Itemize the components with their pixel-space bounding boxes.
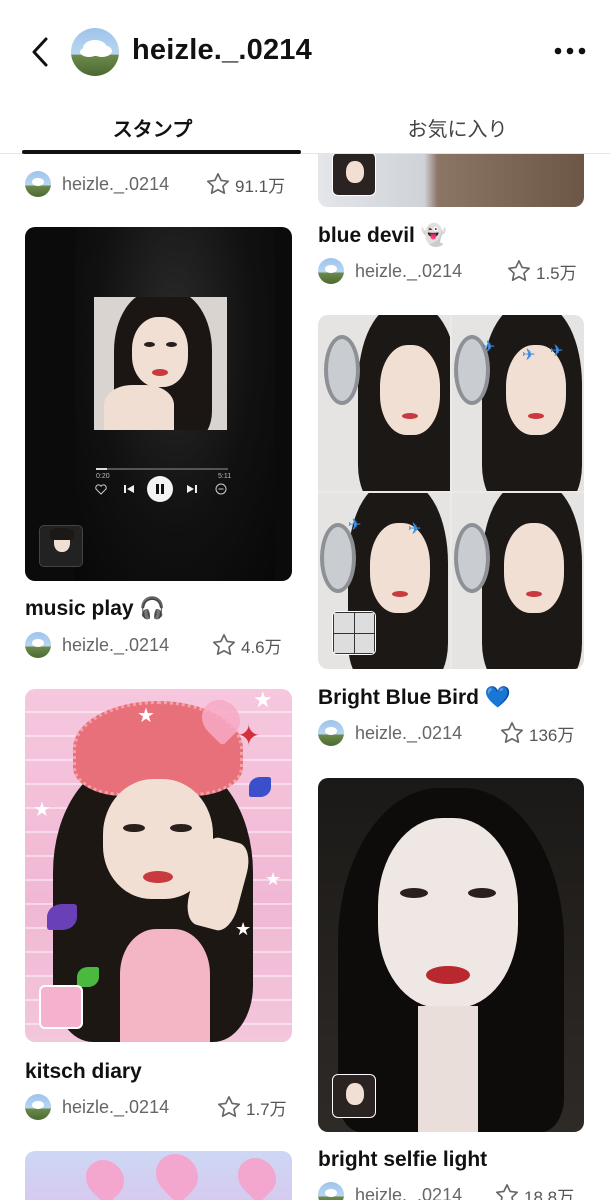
star-sticker: ★ [253, 689, 273, 712]
like-count-value: 91.1万 [235, 176, 286, 196]
tab-favorites[interactable]: お気に入り [305, 100, 610, 154]
sticker-thumbnail-music-play[interactable]: 0:20 5:11 [25, 227, 292, 581]
card-title-bright-selfie-light[interactable]: bright selfie light [318, 1148, 487, 1172]
author-avatar [318, 1182, 344, 1200]
star-icon [495, 1184, 519, 1200]
top-bar: heizle._.0214 [0, 0, 610, 100]
heart-sticker [230, 1151, 284, 1200]
card-meta: heizle._.0214 [318, 257, 462, 285]
author-name[interactable]: heizle._.0214 [62, 635, 169, 656]
like-count[interactable]: 1.7万 [216, 1093, 287, 1121]
card-meta: heizle._.0214 [318, 1181, 462, 1200]
author-name[interactable]: heizle._.0214 [355, 261, 462, 282]
author-avatar [318, 720, 344, 746]
heart-icon [95, 484, 107, 495]
previous-icon [124, 485, 134, 493]
butterfly-sticker [77, 967, 99, 987]
blue-bird-sticker: ✈ [408, 521, 422, 538]
author-avatar [25, 632, 51, 658]
star-icon [217, 1096, 241, 1118]
like-count-value: 1.7万 [246, 1099, 287, 1119]
profile-avatar[interactable] [71, 28, 119, 76]
player-progress-track[interactable] [96, 468, 228, 470]
card-title-bright-blue-bird[interactable]: Bright Blue Bird 💙 [318, 686, 511, 710]
like-count-value: 18.8万 [524, 1187, 575, 1200]
like-count[interactable]: 1.5万 [506, 257, 577, 285]
card-meta: heizle._.0214 [25, 1093, 169, 1121]
sticker-preview-icon [332, 152, 376, 196]
star-sticker: ★ [33, 799, 51, 821]
author-name[interactable]: heizle._.0214 [62, 1097, 169, 1118]
blue-bird-sticker: ✈ [550, 343, 564, 360]
tab-bar-cover: スタンプ お気に入り [0, 100, 610, 154]
like-count-value: 136万 [529, 725, 575, 745]
star-icon [212, 634, 236, 656]
back-button[interactable] [22, 30, 58, 74]
more-circle-icon [215, 483, 227, 495]
butterfly-sticker: ✦ [237, 720, 261, 751]
card-title-blue-devil[interactable]: blue devil 👻 [318, 224, 447, 248]
butterfly-sticker [249, 777, 271, 797]
sticker-thumbnail-bright-blue-bird[interactable]: ✈ ✈ ✈ ✈ ✈ [318, 315, 584, 669]
sticker-preview-icon [332, 1074, 376, 1118]
author-name[interactable]: heizle._.0214 [62, 174, 169, 195]
card-title-music-play[interactable]: music play 🎧 [25, 597, 166, 621]
author-avatar [25, 1094, 51, 1120]
star-icon [500, 722, 524, 744]
player-album-art [94, 297, 227, 430]
active-tab-indicator [22, 150, 301, 154]
star-sticker: ★ [265, 869, 282, 889]
player-elapsed: 0:20 [96, 473, 110, 480]
blue-bird-sticker: ✈ [482, 339, 496, 356]
sticker-thumbnail-kitsch-diary[interactable]: ✦ ★ ★ ★ ★ ★ [25, 689, 292, 1042]
tab-stamps[interactable]: スタンプ [0, 100, 305, 154]
sticker-thumbnail-partial[interactable] [25, 1151, 292, 1200]
play-pause-button [147, 476, 173, 502]
sticker-preview-icon [39, 985, 83, 1029]
like-count[interactable]: 136万 [499, 719, 574, 747]
star-icon [206, 173, 230, 195]
author-name[interactable]: heizle._.0214 [355, 1185, 462, 1200]
sticker-preview-icon [332, 611, 376, 655]
like-count[interactable]: 4.6万 [211, 631, 282, 659]
like-count-value: 4.6万 [241, 637, 282, 657]
card-meta-partial: heizle._.0214 [25, 170, 169, 198]
sticker-preview-icon [39, 525, 83, 567]
heart-sticker [147, 1151, 207, 1200]
card-meta: heizle._.0214 [25, 631, 169, 659]
like-count[interactable]: 18.8万 [494, 1181, 574, 1200]
card-meta: heizle._.0214 [318, 719, 462, 747]
author-avatar [25, 171, 51, 197]
author-name[interactable]: heizle._.0214 [355, 723, 462, 744]
author-avatar [318, 258, 344, 284]
heart-sticker [78, 1152, 132, 1200]
more-options-button[interactable] [548, 36, 592, 66]
like-count-value: 1.5万 [536, 263, 577, 283]
butterfly-sticker [47, 904, 77, 930]
next-icon [187, 485, 197, 493]
sticker-thumbnail-bright-selfie-light[interactable] [318, 778, 584, 1132]
player-total: 5:11 [218, 473, 232, 480]
star-sticker: ★ [137, 705, 155, 727]
star-icon [507, 260, 531, 282]
pause-icon [156, 484, 164, 494]
blue-bird-sticker: ✈ [522, 347, 536, 364]
like-count[interactable]: 91.1万 [205, 170, 285, 198]
star-sticker: ★ [235, 919, 252, 939]
profile-username: heizle._.0214 [132, 34, 312, 66]
back-chevron-icon [32, 37, 48, 67]
card-title-kitsch-diary[interactable]: kitsch diary [25, 1060, 142, 1084]
blue-bird-sticker: ✈ [348, 517, 362, 534]
player-progress-fill [96, 468, 107, 470]
more-dots-icon [554, 47, 586, 55]
